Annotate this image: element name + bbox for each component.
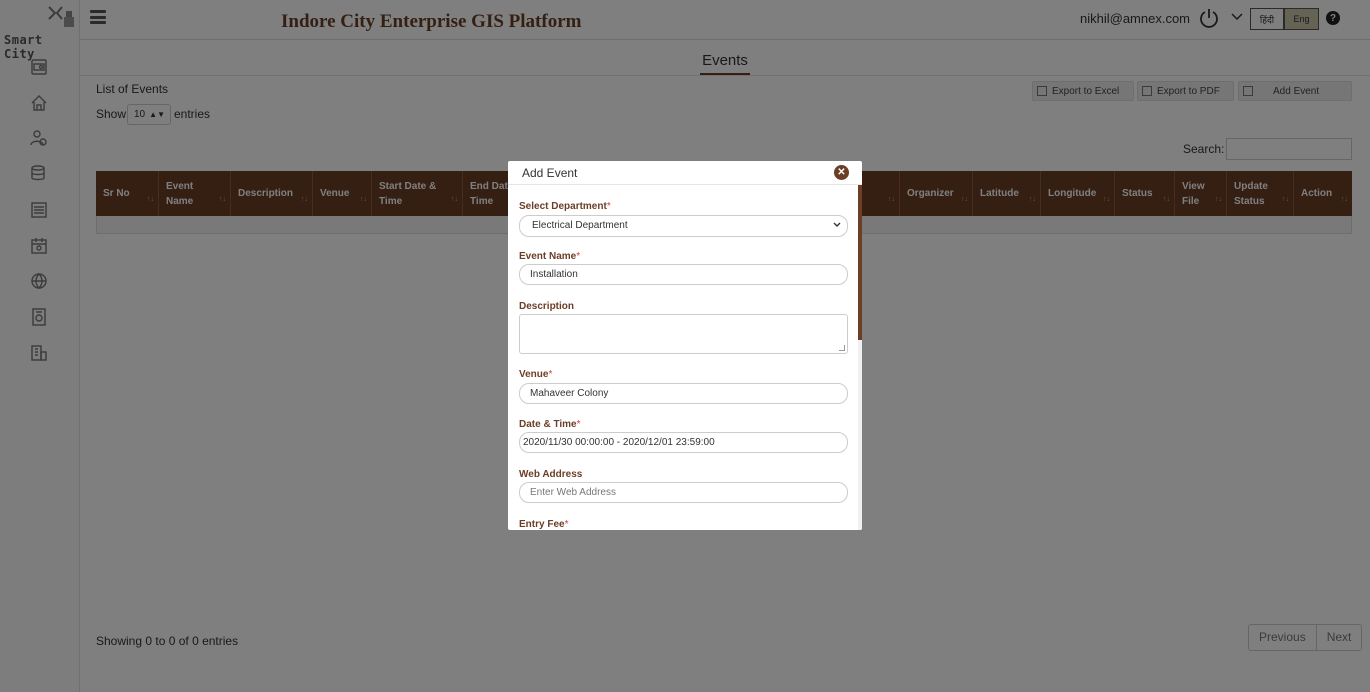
close-icon[interactable]: ✕: [834, 165, 849, 180]
modal-scrollbar[interactable]: [858, 185, 862, 530]
scrollbar-thumb[interactable]: [858, 185, 862, 340]
department-select[interactable]: Electrical Department: [519, 215, 848, 237]
department-select-value: Electrical Department: [532, 220, 628, 231]
add-event-modal: Add Event ✕ Select Department* Electrica…: [508, 161, 862, 530]
description-label: Description: [519, 301, 575, 312]
venue-label: Venue*: [519, 369, 553, 380]
resize-handle-icon[interactable]: [839, 345, 845, 351]
modal-header: Add Event ✕: [508, 161, 862, 185]
description-textarea[interactable]: [519, 314, 848, 354]
datetime-label: Date & Time*: [519, 419, 581, 430]
chevron-down-icon: [833, 222, 841, 227]
venue-input[interactable]: Mahaveer Colony: [519, 383, 848, 404]
modal-title: Add Event: [522, 166, 578, 180]
web-address-input[interactable]: Enter Web Address: [519, 482, 848, 503]
modal-body: Select Department* Electrical Department…: [508, 186, 862, 530]
event-name-label: Event Name*: [519, 251, 581, 262]
event-name-input[interactable]: Installation: [519, 264, 848, 285]
web-address-label: Web Address: [519, 469, 583, 480]
department-label: Select Department*: [519, 201, 611, 212]
entry-fee-label: Entry Fee*: [519, 519, 569, 530]
datetime-input[interactable]: 2020/11/30 00:00:00 - 2020/12/01 23:59:0…: [519, 432, 848, 453]
